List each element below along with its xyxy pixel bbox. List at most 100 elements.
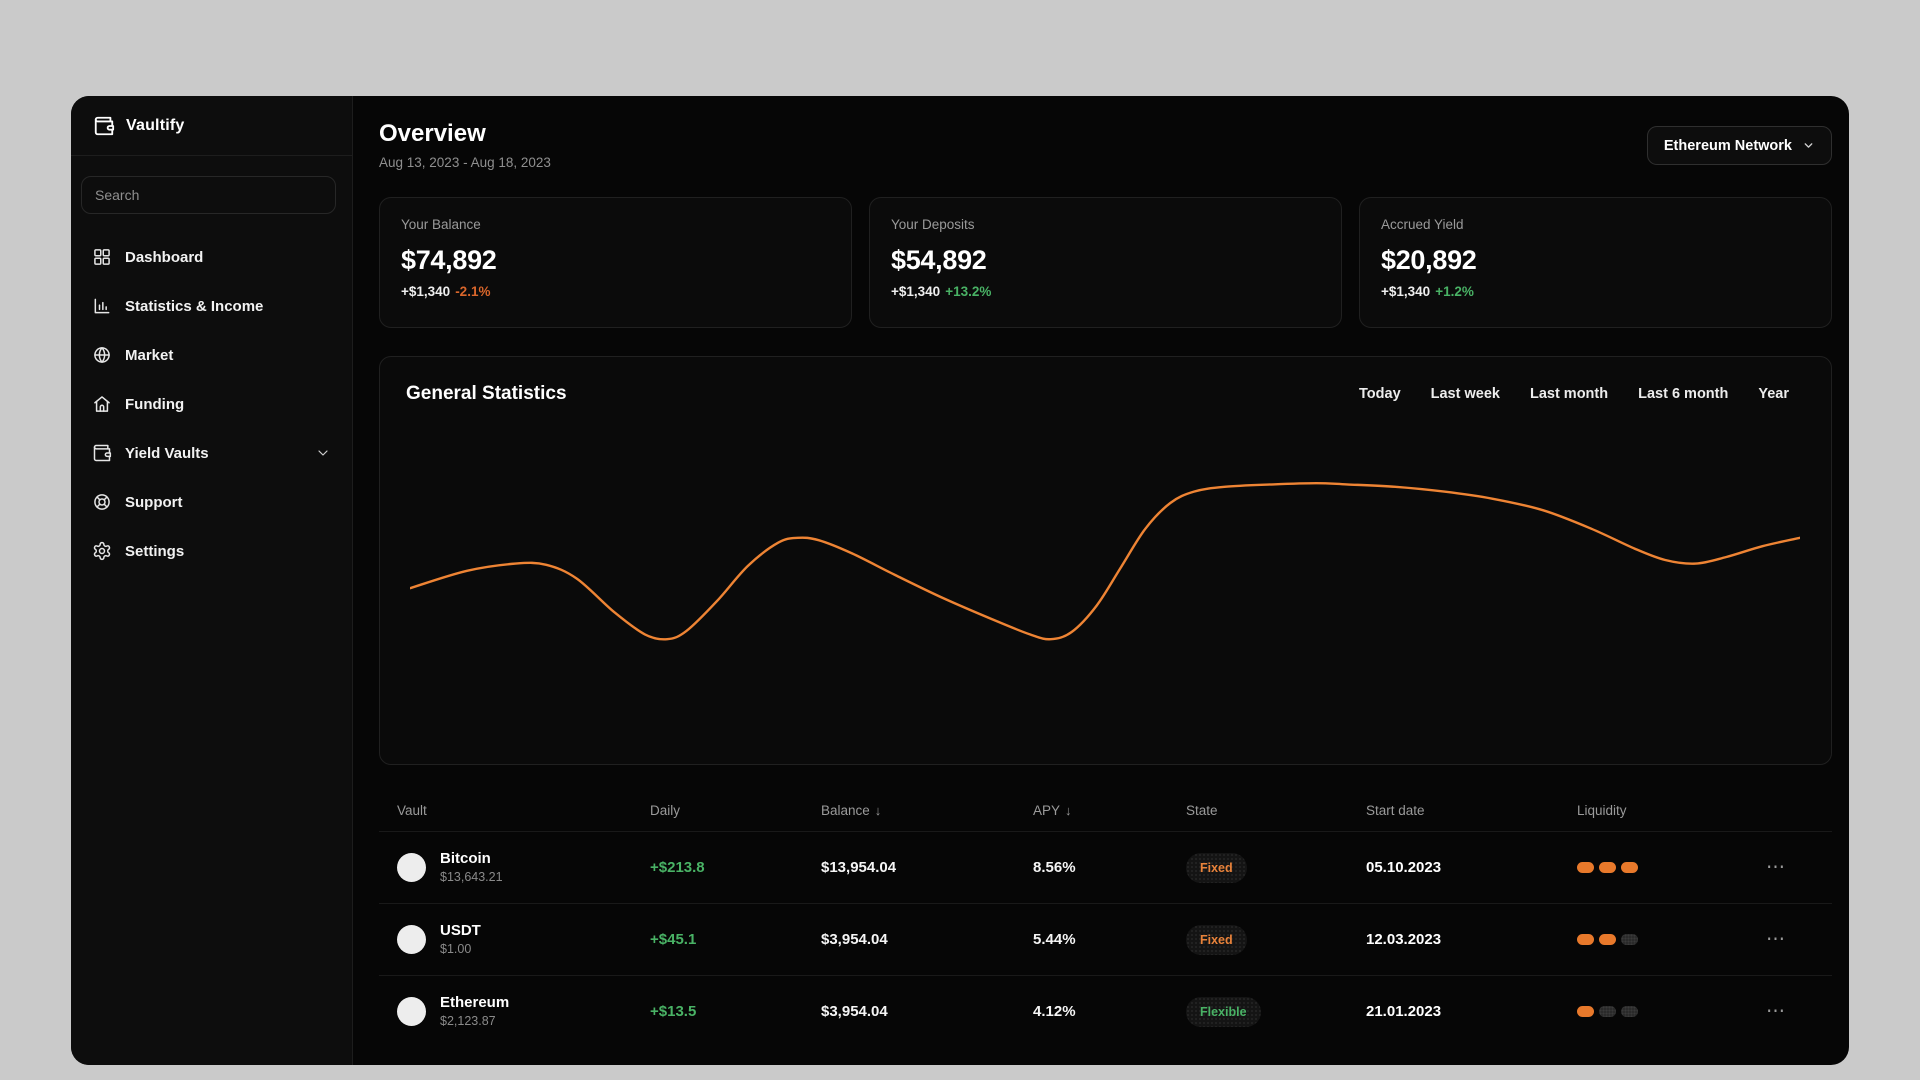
balance-value: $3,954.04 (821, 931, 888, 949)
state-badge: Fixed (1186, 924, 1247, 955)
stat-card-delta: +$1,340 +1.2% (1381, 284, 1474, 300)
vault-cell: USDT $1.00 (397, 921, 650, 956)
time-filters: Today Last week Last month Last 6 month Year (1359, 386, 1789, 402)
stat-card-label: Your Balance (401, 217, 481, 233)
daily-change: +$13.5 (650, 1003, 697, 1021)
vault-price: $2,123.87 (440, 1014, 496, 1029)
sidebar-nav: Dashboard Statistics & Income Market Fundin… (71, 230, 352, 578)
column-header-start-date: Start date (1366, 802, 1425, 818)
vault-name: USDT (440, 921, 481, 939)
filter-last-week[interactable]: Last week (1431, 386, 1500, 402)
dashboard-icon (92, 247, 112, 267)
sidebar: Vaultify Dashboard Statistics & Income Mar… (71, 96, 353, 1065)
stat-card-value: $54,892 (891, 245, 987, 276)
stat-card-delta-pct: +1.2% (1435, 284, 1474, 300)
vaults-table: Vault Daily Balance ↓ APY ↓ State Start date Liq… (379, 789, 1832, 1047)
stat-card-label: Your Deposits (891, 217, 975, 233)
liquidity-indicator (1577, 1006, 1762, 1018)
sidebar-item-settings[interactable]: Settings (71, 529, 352, 573)
stat-card-value: $74,892 (401, 245, 497, 276)
liquidity-indicator (1577, 934, 1762, 946)
sidebar-item-support[interactable]: Support (71, 480, 352, 524)
liquidity-indicator (1577, 862, 1762, 874)
sidebar-item-label: Market (125, 346, 174, 364)
vault-avatar (397, 997, 426, 1027)
page-title: Overview (379, 120, 486, 147)
statistics-chart (410, 473, 1800, 653)
balance-value: $3,954.04 (821, 1003, 888, 1021)
table-header: Vault Daily Balance ↓ APY ↓ State Start date Liq… (379, 789, 1832, 831)
table-body: Bitcoin $13,643.21 +$213.8 $13,954.04 8.56% F… (379, 831, 1832, 1047)
chart-line (410, 483, 1800, 639)
sidebar-item-dashboard[interactable]: Dashboard (71, 235, 352, 279)
sidebar-item-label: Yield Vaults (125, 444, 209, 462)
filter-year[interactable]: Year (1758, 386, 1789, 402)
stat-card-2: Accrued Yield $20,892 +$1,340 +1.2% (1359, 197, 1832, 329)
daily-change: +$213.8 (650, 859, 705, 877)
column-header-apy[interactable]: APY ↓ (1033, 803, 1186, 818)
stat-card-delta-pct: -2.1% (455, 284, 491, 300)
sort-desc-icon: ↓ (874, 802, 882, 818)
stat-card-1: Your Deposits $54,892 +$1,340 +13.2% (869, 197, 1342, 329)
home-icon (92, 394, 112, 414)
chevron-down-icon[interactable] (315, 445, 331, 461)
column-header-liquidity: Liquidity (1577, 802, 1627, 818)
table-row-ethereum[interactable]: Ethereum $2,123.87 +$13.5 $3,954.04 4.12% Fle… (379, 975, 1832, 1047)
filter-today[interactable]: Today (1359, 386, 1401, 402)
start-date: 12.03.2023 (1366, 931, 1442, 949)
vault-name: Ethereum (440, 993, 510, 1011)
logo: Vaultify (71, 96, 352, 156)
app-title: Vaultify (126, 116, 185, 134)
sidebar-item-label: Dashboard (125, 248, 204, 266)
stat-cards: Your Balance $74,892 +$1,340 -2.1% Your Depo… (379, 197, 1832, 329)
sidebar-item-yield-vaults[interactable]: Yield Vaults (71, 431, 352, 475)
vault-cell: Ethereum $2,123.87 (397, 993, 650, 1029)
sidebar-item-market[interactable]: Market (71, 333, 352, 377)
daily-change: +$45.1 (650, 931, 697, 949)
sort-desc-icon: ↓ (1065, 802, 1072, 818)
network-selector[interactable]: Ethereum Network (1646, 126, 1832, 165)
vault-avatar (397, 925, 426, 955)
row-menu-button[interactable]: ⋯ (1762, 1000, 1790, 1023)
filter-last-month[interactable]: Last month (1530, 386, 1608, 402)
apy-value: 8.56% (1033, 859, 1076, 877)
row-menu-button[interactable]: ⋯ (1762, 856, 1790, 879)
search-input[interactable] (81, 176, 336, 214)
vault-name: Bitcoin (440, 849, 491, 867)
network-selector-label: Ethereum Network (1663, 137, 1792, 154)
stat-card-value: $20,892 (1381, 245, 1477, 276)
vault-cell: Bitcoin $13,643.21 (397, 849, 650, 885)
sidebar-item-label: Funding (125, 395, 185, 413)
column-header-daily: Daily (650, 802, 681, 818)
balance-value: $13,954.04 (821, 859, 897, 877)
sidebar-item-statistics[interactable]: Statistics & Income (71, 284, 352, 328)
state-badge: Fixed (1186, 852, 1247, 883)
table-row-bitcoin[interactable]: Bitcoin $13,643.21 +$213.8 $13,954.04 8.56% F… (379, 831, 1832, 903)
wallet-logo-icon (94, 116, 115, 135)
date-range: Aug 13, 2023 - Aug 18, 2023 (379, 155, 551, 171)
stat-card-delta: +$1,340 +13.2% (891, 284, 992, 300)
chevron-down-icon (1804, 143, 1813, 148)
stat-card-0: Your Balance $74,892 +$1,340 -2.1% (379, 197, 852, 329)
stat-card-delta-pct: +13.2% (945, 284, 992, 300)
row-menu-button[interactable]: ⋯ (1762, 928, 1790, 951)
state-badge: Flexible (1186, 996, 1261, 1027)
main-content: Overview Aug 13, 2023 - Aug 18, 2023 Eth… (353, 96, 1849, 1065)
column-header-vault: Vault (397, 802, 427, 818)
apy-value: 4.12% (1033, 1003, 1076, 1021)
globe-icon (92, 345, 112, 365)
page-header: Overview Aug 13, 2023 - Aug 18, 2023 Eth… (379, 121, 1832, 170)
column-header-balance[interactable]: Balance ↓ (821, 803, 1033, 818)
sidebar-item-label: Statistics & Income (125, 297, 264, 315)
apy-value: 5.44% (1033, 931, 1076, 949)
sidebar-item-funding[interactable]: Funding (71, 382, 352, 426)
vault-price: $13,643.21 (440, 870, 503, 885)
stat-card-label: Accrued Yield (1381, 217, 1464, 233)
sidebar-item-label: Settings (125, 542, 185, 560)
statistics-title: General Statistics (406, 383, 567, 405)
lifebuoy-icon (92, 492, 112, 512)
bar-chart-icon (92, 296, 112, 316)
filter-last-6-month[interactable]: Last 6 month (1638, 386, 1728, 402)
table-row-usdt[interactable]: USDT $1.00 +$45.1 $3,954.04 5.44% Fixed 12.03.… (379, 903, 1832, 975)
gear-icon (92, 541, 112, 561)
